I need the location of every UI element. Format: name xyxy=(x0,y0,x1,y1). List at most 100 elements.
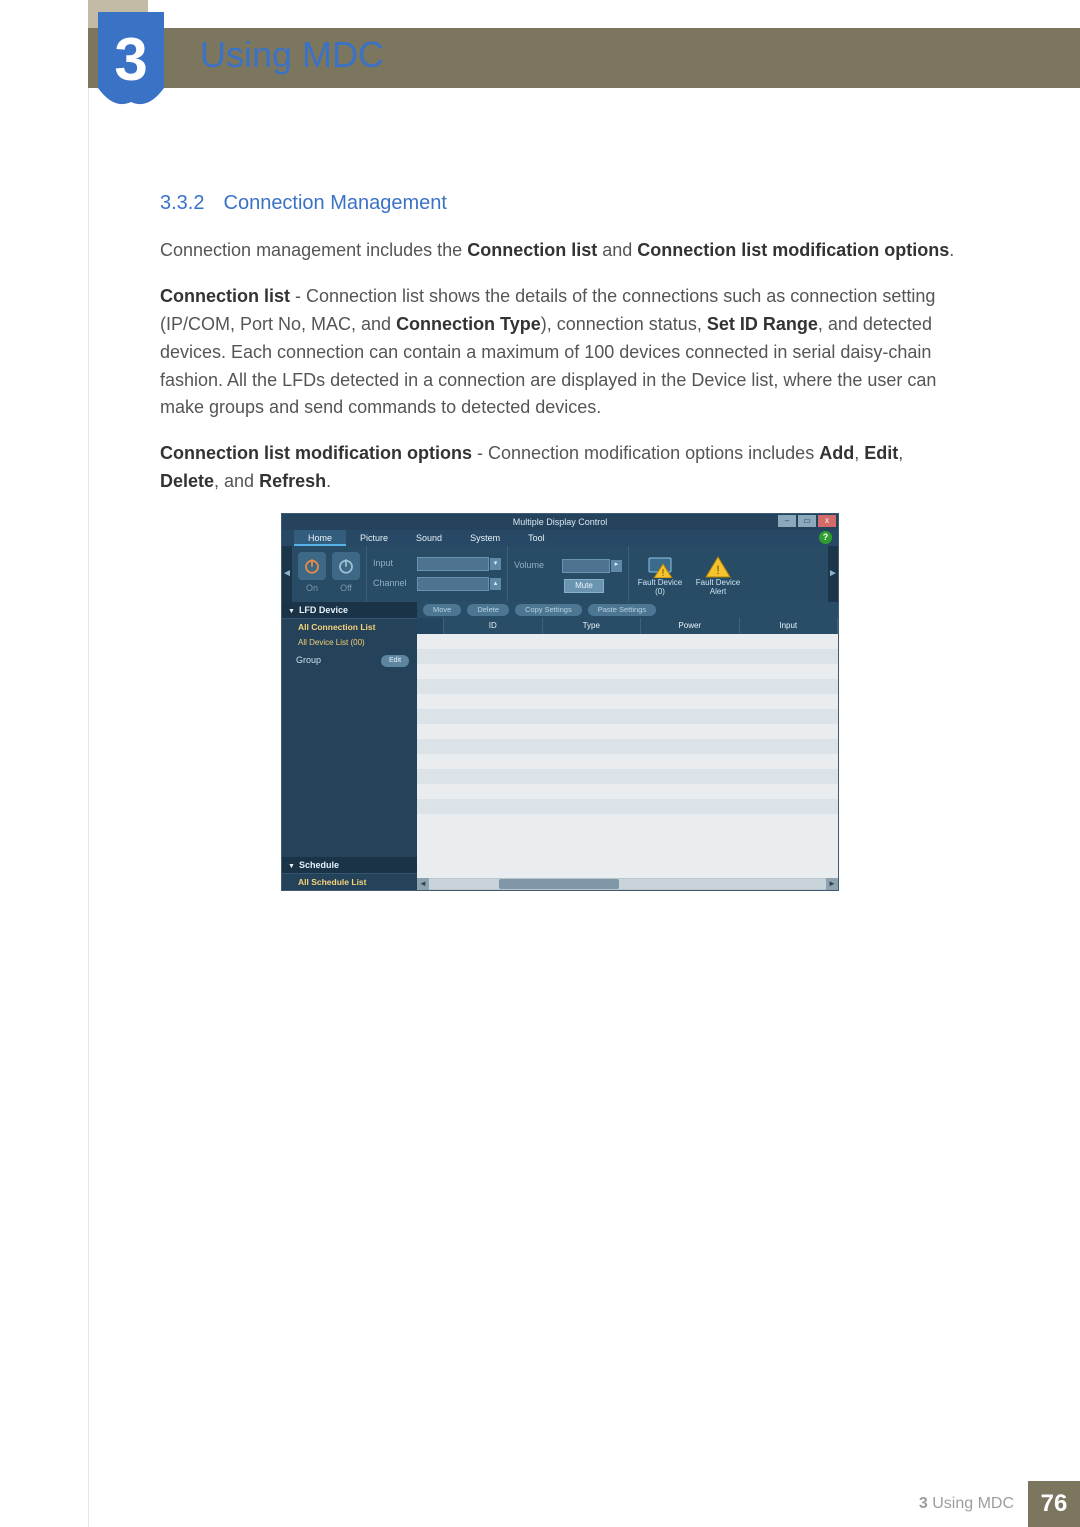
table-row[interactable] xyxy=(417,814,838,829)
scroll-track[interactable] xyxy=(429,879,826,889)
stepper-icon[interactable]: ▴ xyxy=(490,578,501,590)
volume-input[interactable] xyxy=(562,559,610,573)
col-checkbox[interactable] xyxy=(417,618,444,634)
fault-alert-label: Fault Device Alert xyxy=(693,579,743,597)
bold: Connection list modification options xyxy=(160,443,472,463)
col-id[interactable]: ID xyxy=(444,618,543,634)
chapter-badge: 3 xyxy=(96,10,166,110)
sidebar-header-schedule[interactable]: ▼Schedule xyxy=(282,857,417,873)
power-icon xyxy=(337,557,355,575)
col-type[interactable]: Type xyxy=(543,618,642,634)
window-maximize-button[interactable]: ▭ xyxy=(798,515,816,527)
text: . xyxy=(949,240,954,260)
window-minimize-button[interactable]: – xyxy=(778,515,796,527)
table-row[interactable] xyxy=(417,724,838,739)
table-row[interactable] xyxy=(417,694,838,709)
label: LFD Device xyxy=(299,605,348,615)
bold: Connection list modification options xyxy=(637,240,949,260)
titlebar: Multiple Display Control – ▭ x xyxy=(282,514,838,530)
chapter-number: 3 xyxy=(96,10,166,110)
bold: Add xyxy=(819,443,854,463)
text: - Connection modification options includ… xyxy=(472,443,819,463)
table-row[interactable] xyxy=(417,769,838,784)
volume-label: Volume xyxy=(514,559,558,573)
sidebar-all-connection-list[interactable]: All Connection List xyxy=(282,618,417,635)
footer: 3 Using MDC 76 xyxy=(88,1481,1080,1527)
text: , xyxy=(898,443,903,463)
delete-button[interactable]: Delete xyxy=(467,604,509,616)
table-row[interactable] xyxy=(417,784,838,799)
footer-chapter-number: 3 xyxy=(919,1495,928,1512)
text: , xyxy=(854,443,864,463)
power-on-button[interactable] xyxy=(298,552,326,580)
footer-label: 3 Using MDC xyxy=(919,1495,1014,1513)
menu-picture[interactable]: Picture xyxy=(346,530,402,546)
svg-text:!: ! xyxy=(662,568,665,578)
bold: Connection list xyxy=(160,286,290,306)
table-row[interactable] xyxy=(417,739,838,754)
chapter-title: Using MDC xyxy=(200,34,384,76)
toolbar-group-power: On Off xyxy=(292,546,367,602)
menu-tool[interactable]: Tool xyxy=(514,530,559,546)
edit-button[interactable]: Edit xyxy=(381,655,409,667)
table-row[interactable] xyxy=(417,709,838,724)
page-number: 76 xyxy=(1028,1481,1080,1527)
window-close-button[interactable]: x xyxy=(818,515,836,527)
chevron-right-icon[interactable]: ▸ xyxy=(611,560,622,572)
copy-settings-button[interactable]: Copy Settings xyxy=(515,604,582,616)
bold: Connection Type xyxy=(396,314,541,334)
toolbar-group-fault: ! Fault Device (0) ! Fault Device Alert xyxy=(629,546,749,602)
col-power[interactable]: Power xyxy=(641,618,740,634)
table-row[interactable] xyxy=(417,754,838,769)
bold: Edit xyxy=(864,443,898,463)
input-select[interactable] xyxy=(417,557,489,571)
scroll-right-icon[interactable]: ► xyxy=(826,878,838,890)
paragraph-2: Connection list - Connection list shows … xyxy=(160,283,960,422)
mute-button[interactable]: Mute xyxy=(564,579,604,593)
power-icon xyxy=(303,557,321,575)
toolbar-group-input: Input ▾ Channel ▴ xyxy=(367,546,508,602)
channel-label: Channel xyxy=(373,577,417,591)
workspace: ▼LFD Device All Connection List All Devi… xyxy=(282,602,838,890)
bold: Connection list xyxy=(467,240,597,260)
table-row[interactable] xyxy=(417,649,838,664)
menu-home[interactable]: Home xyxy=(294,530,346,546)
section-heading: 3.3.2 Connection Management xyxy=(160,188,960,219)
table-header: ID Type Power Input xyxy=(417,618,838,634)
toolbar-scroll-right[interactable]: ► xyxy=(828,546,838,602)
paste-settings-button[interactable]: Paste Settings xyxy=(588,604,656,616)
scroll-thumb[interactable] xyxy=(499,879,619,889)
col-input[interactable]: Input xyxy=(740,618,839,634)
help-icon[interactable]: ? xyxy=(819,531,832,544)
sidebar-header-lfd[interactable]: ▼LFD Device xyxy=(282,602,417,618)
power-off-button[interactable] xyxy=(332,552,360,580)
fault-device-icon[interactable]: ! xyxy=(647,556,673,578)
table-row[interactable] xyxy=(417,664,838,679)
move-button[interactable]: Move xyxy=(423,604,461,616)
menu-system[interactable]: System xyxy=(456,530,514,546)
scroll-left-icon[interactable]: ◄ xyxy=(417,878,429,890)
table-row[interactable] xyxy=(417,679,838,694)
window-title: Multiple Display Control xyxy=(513,517,608,527)
menu-sound[interactable]: Sound xyxy=(402,530,456,546)
chevron-down-icon[interactable]: ▾ xyxy=(490,558,501,570)
sidebar-all-device-list[interactable]: All Device List (00) xyxy=(282,635,417,651)
fault-alert-icon[interactable]: ! xyxy=(705,556,731,578)
mdc-app-window: Multiple Display Control – ▭ x Home Pict… xyxy=(282,514,838,890)
input-label: Input xyxy=(373,557,417,571)
horizontal-scrollbar[interactable]: ◄ ► xyxy=(417,878,838,890)
text: Connection management includes the xyxy=(160,240,467,260)
toolbar-scroll-left[interactable]: ◄ xyxy=(282,546,292,602)
table-row[interactable] xyxy=(417,634,838,649)
group-label: Group xyxy=(296,654,321,668)
fault-device-label: Fault Device (0) xyxy=(635,579,685,597)
paragraph-3: Connection list modification options - C… xyxy=(160,440,960,496)
margin-rule xyxy=(88,0,89,1527)
table-row[interactable] xyxy=(417,799,838,814)
section-title: Connection Management xyxy=(224,192,447,214)
footer-chapter-title: Using MDC xyxy=(928,1495,1014,1512)
sidebar-all-schedule-list[interactable]: All Schedule List xyxy=(282,873,417,890)
sidebar: ▼LFD Device All Connection List All Devi… xyxy=(282,602,417,890)
channel-input[interactable] xyxy=(417,577,489,591)
toolbar: ◄ On Off xyxy=(282,546,838,602)
